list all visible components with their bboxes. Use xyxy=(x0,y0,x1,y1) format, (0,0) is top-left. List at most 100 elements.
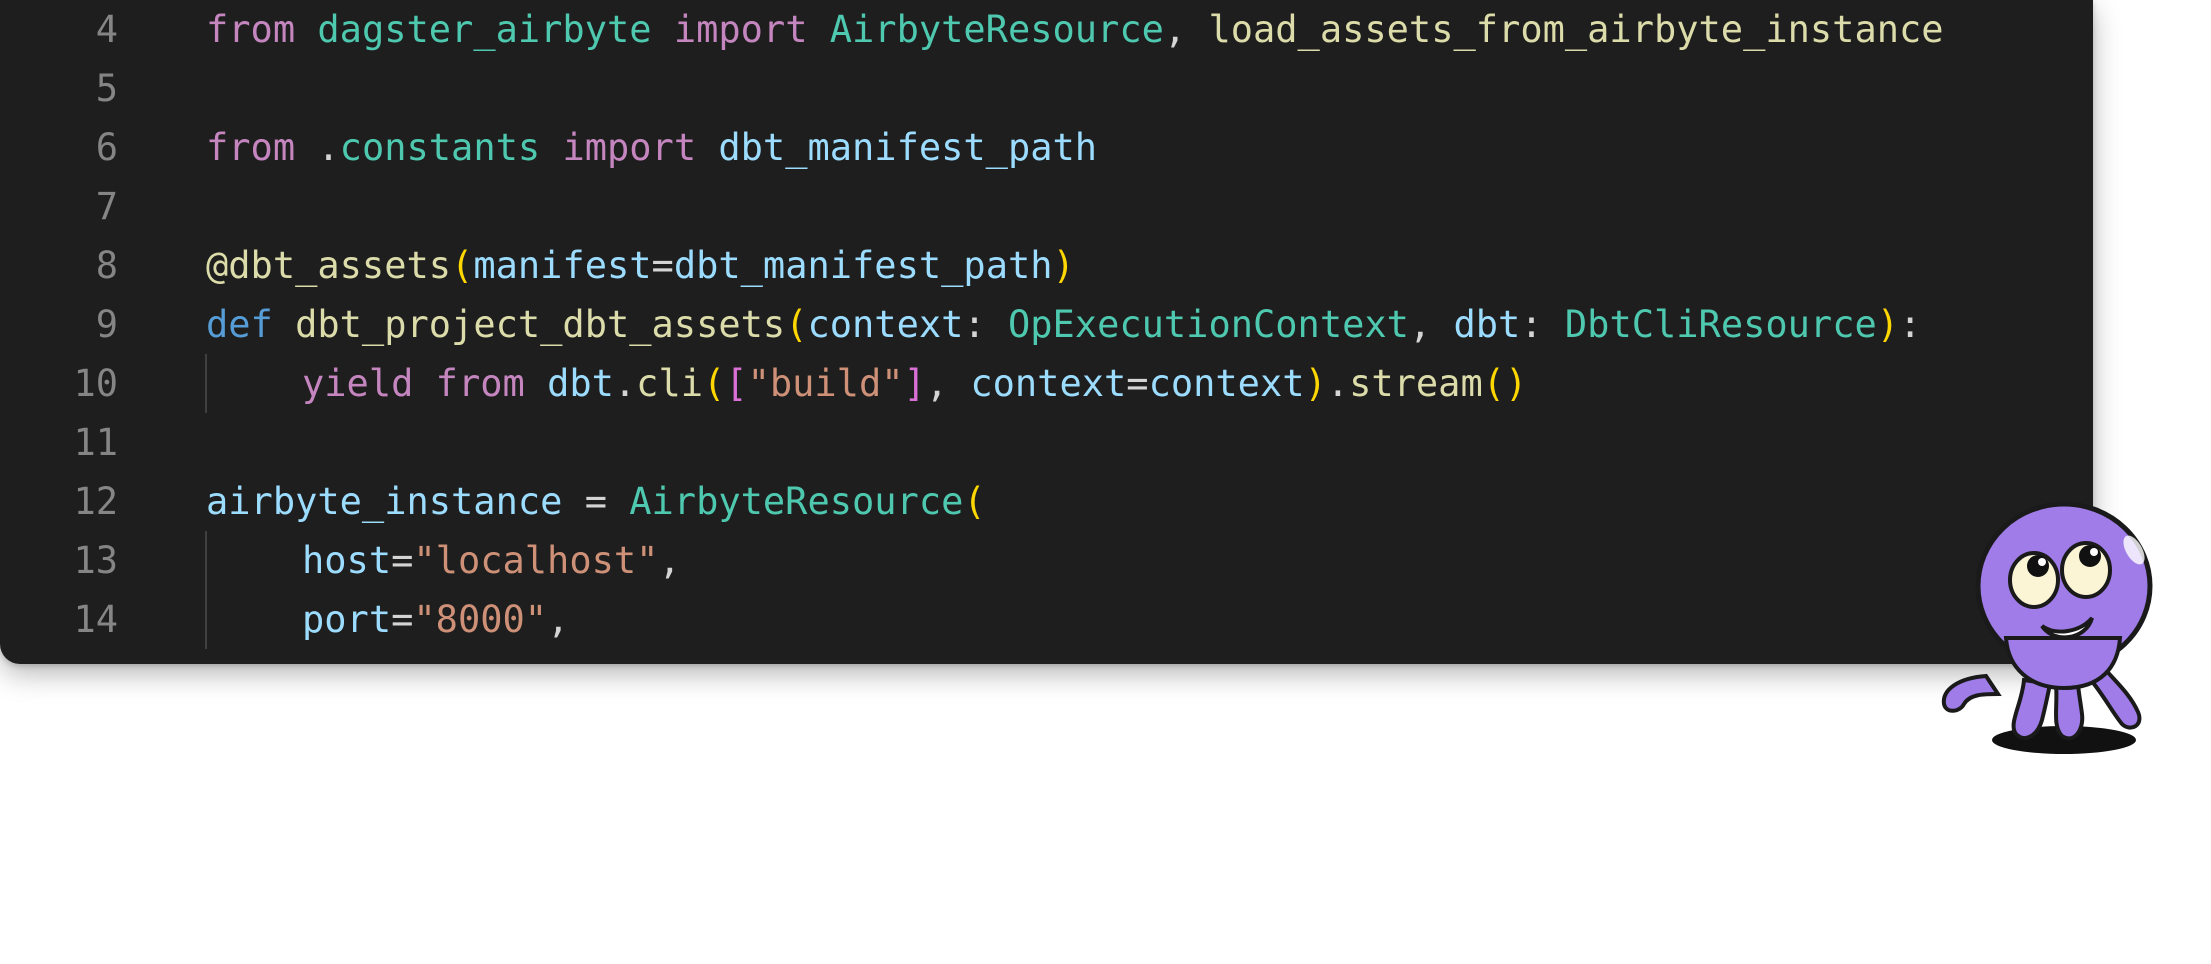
code-token: ( xyxy=(703,362,726,405)
line-number: 8 xyxy=(95,244,118,287)
code-token: = xyxy=(391,539,414,582)
code-token: port xyxy=(302,598,392,641)
line-number: 5 xyxy=(95,67,118,110)
code-token: constants xyxy=(339,126,541,169)
code-token: , xyxy=(1408,303,1454,346)
code-token: cli xyxy=(636,362,703,405)
code-editor[interactable]: 4 from dagster_airbyte import AirbyteReso… xyxy=(0,0,2093,664)
code-text: def dbt_project_dbt_assets(context: OpEx… xyxy=(206,295,1921,354)
code-token: OpExecutionContext xyxy=(1007,303,1409,346)
code-token: . xyxy=(613,362,637,405)
code-token: ] xyxy=(903,362,926,405)
code-line[interactable]: 11 xyxy=(0,413,2093,472)
code-text: @dbt_assets(manifest=dbt_manifest_path) xyxy=(206,236,1075,295)
code-text: from dagster_airbyte import AirbyteResou… xyxy=(206,0,1944,59)
indent-guide xyxy=(205,531,207,590)
line-number: 4 xyxy=(95,8,118,51)
code-token: = xyxy=(651,244,674,287)
code-token: "build" xyxy=(747,362,904,405)
code-token: . xyxy=(295,126,340,169)
code-token: "localhost" xyxy=(413,539,659,582)
code-token: from xyxy=(206,126,296,169)
code-token: , xyxy=(1163,8,1209,51)
line-number: 12 xyxy=(73,480,118,523)
code-token: from xyxy=(435,362,525,405)
code-token: yield xyxy=(302,362,414,405)
code-token: : xyxy=(1520,303,1565,346)
code-token: = xyxy=(391,598,414,641)
code-line[interactable]: 4 from dagster_airbyte import AirbyteReso… xyxy=(0,0,2093,59)
code-token: stream xyxy=(1349,362,1483,405)
line-number: 11 xyxy=(73,421,118,464)
code-token: ( xyxy=(963,480,986,523)
code-token: context xyxy=(1148,362,1305,405)
code-token: dbt xyxy=(547,362,614,405)
code-token: load_assets_from_airbyte_instance xyxy=(1208,8,1944,51)
code-line[interactable]: 12 airbyte_instance = AirbyteResource( xyxy=(0,472,2093,531)
code-line[interactable]: 7 xyxy=(0,177,2093,236)
code-token: context xyxy=(807,303,964,346)
code-line[interactable]: 8 @dbt_assets(manifest=dbt_manifest_path) xyxy=(0,236,2093,295)
code-token: ( xyxy=(451,244,474,287)
code-token: = xyxy=(1126,362,1149,405)
line-number: 9 xyxy=(95,303,118,346)
code-token: from xyxy=(206,8,296,51)
code-token: ) xyxy=(1052,244,1075,287)
code-line[interactable]: 10 yield from dbt.cli(["build"], context=… xyxy=(0,354,2093,413)
line-number: 7 xyxy=(95,185,118,228)
code-text: from .constants import dbt_manifest_path xyxy=(206,118,1097,177)
code-token: , xyxy=(547,598,570,641)
code-text: port="8000", xyxy=(302,590,569,649)
code-token: DbtCliResource xyxy=(1564,303,1877,346)
code-token: context xyxy=(970,362,1127,405)
code-token: . xyxy=(1326,362,1350,405)
code-token: : xyxy=(963,303,1008,346)
code-token: [ xyxy=(725,362,748,405)
line-number: 6 xyxy=(95,126,118,169)
code-token: import xyxy=(562,126,697,169)
code-token: dbt_manifest_path xyxy=(673,244,1053,287)
code-token: dbt xyxy=(1453,303,1521,346)
code-token: import xyxy=(673,8,808,51)
code-line[interactable]: 14 port="8000", xyxy=(0,590,2093,649)
code-token: ) xyxy=(1304,362,1327,405)
code-line[interactable]: 5 xyxy=(0,59,2093,118)
code-token: dbt_project_dbt_assets xyxy=(295,303,786,346)
code-token: , xyxy=(925,362,971,405)
code-line[interactable]: 9 def dbt_project_dbt_assets(context: OpE… xyxy=(0,295,2093,354)
code-token: dagster_airbyte xyxy=(317,8,652,51)
octopus-mascot-icon xyxy=(1941,501,2153,754)
screenshot-stage: 4 from dagster_airbyte import AirbyteReso… xyxy=(0,0,2211,964)
code-token: airbyte_instance xyxy=(206,480,563,523)
code-token: : xyxy=(1899,303,1922,346)
code-text: airbyte_instance = AirbyteResource( xyxy=(206,472,986,531)
code-token: () xyxy=(1482,362,1528,405)
code-text: yield from dbt.cli(["build"], context=co… xyxy=(302,354,1527,413)
code-token: AirbyteResource xyxy=(629,480,964,523)
code-token: AirbyteResource xyxy=(829,8,1164,51)
line-number: 14 xyxy=(73,598,118,641)
code-line[interactable]: 13 host="localhost", xyxy=(0,531,2093,590)
code-token: @dbt_assets xyxy=(206,244,452,287)
code-text: host="localhost", xyxy=(302,531,681,590)
code-token: manifest xyxy=(473,244,652,287)
code-token: host xyxy=(302,539,392,582)
code-token: "8000" xyxy=(413,598,548,641)
code-token: = xyxy=(562,480,630,523)
code-token: , xyxy=(658,539,681,582)
indent-guide xyxy=(205,590,207,649)
code-token: ) xyxy=(1876,303,1900,346)
code-token: dbt_manifest_path xyxy=(718,126,1098,169)
line-number: 10 xyxy=(73,362,118,405)
code-token: def xyxy=(206,303,273,346)
code-line[interactable]: 6 from .constants import dbt_manifest_pat… xyxy=(0,118,2093,177)
line-number: 13 xyxy=(73,539,118,582)
